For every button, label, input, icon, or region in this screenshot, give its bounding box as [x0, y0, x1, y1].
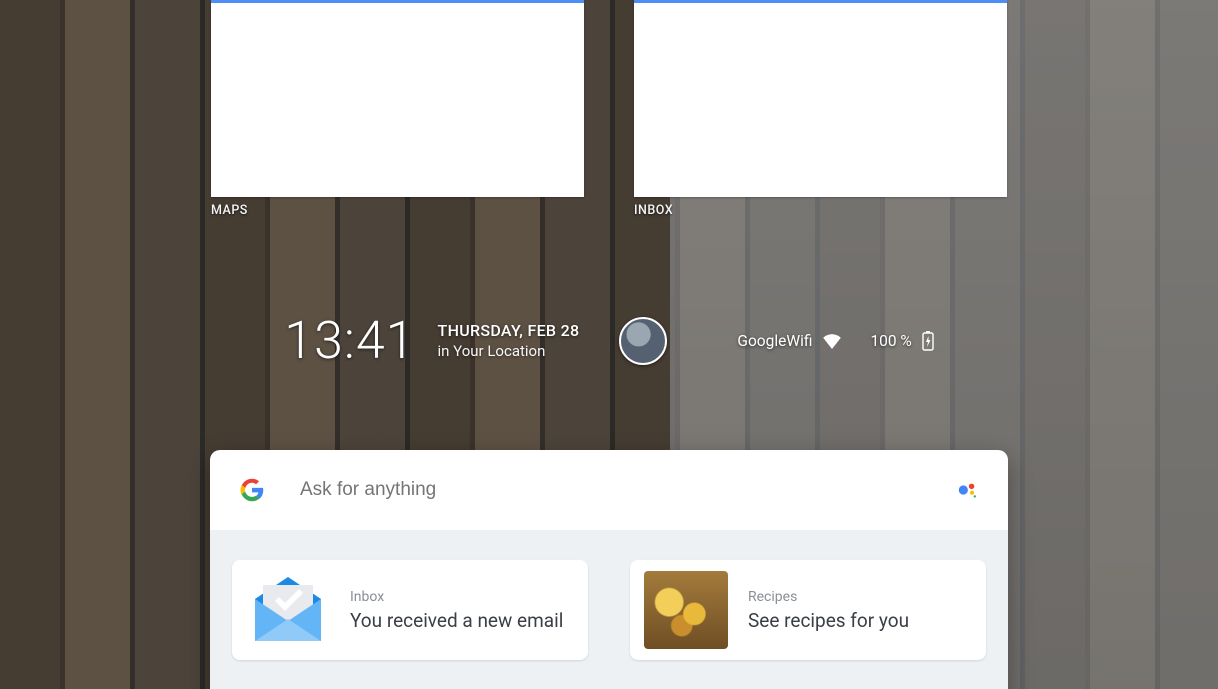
- battery-status[interactable]: 100 %: [870, 331, 933, 351]
- date-block: THURSDAY, FEB 28 in Your Location: [438, 320, 580, 362]
- avatar[interactable]: [619, 317, 667, 365]
- tile-inbox[interactable]: INBOX: [634, 0, 1007, 218]
- card-recipes[interactable]: Recipes See recipes for you: [630, 560, 986, 660]
- card-inbox-category: Inbox: [350, 589, 563, 605]
- card-recipes-category: Recipes: [748, 589, 909, 605]
- search-input[interactable]: [300, 479, 936, 501]
- card-inbox-message: You received a new email: [350, 609, 563, 632]
- wifi-status[interactable]: GoogleWifi: [737, 332, 842, 350]
- info-bar: 13:41 THURSDAY, FEB 28 in Your Location …: [0, 310, 1218, 371]
- tile-maps[interactable]: MAPS: [211, 0, 584, 218]
- preview-tiles: MAPS INBOX: [211, 0, 1007, 218]
- tile-maps-label: MAPS: [211, 203, 584, 218]
- card-inbox[interactable]: Inbox You received a new email: [232, 560, 588, 660]
- wifi-name: GoogleWifi: [737, 332, 812, 350]
- google-logo-icon: [240, 478, 264, 502]
- inbox-icon: [246, 571, 330, 649]
- search-bar[interactable]: [210, 450, 1008, 530]
- cards-strip: Inbox You received a new email Recipes S…: [210, 530, 1008, 689]
- card-recipes-message: See recipes for you: [748, 609, 909, 632]
- clock-block: 13:41 THURSDAY, FEB 28 in Your Location: [284, 310, 579, 371]
- tile-inbox-label: INBOX: [634, 203, 1007, 218]
- battery-charging-icon: [922, 331, 934, 351]
- clock-date: THURSDAY, FEB 28: [438, 320, 580, 342]
- battery-pct: 100 %: [870, 332, 911, 350]
- wifi-icon: [822, 333, 842, 349]
- tile-inbox-body[interactable]: [634, 0, 1007, 197]
- recipes-thumbnail: [644, 571, 728, 649]
- status-group: GoogleWifi 100 %: [737, 331, 933, 351]
- assistant-icon[interactable]: [956, 479, 978, 501]
- clock-location: in Your Location: [438, 341, 580, 361]
- clock-time: 13:41: [284, 310, 415, 371]
- tile-maps-body[interactable]: [211, 0, 584, 197]
- assistant-panel: Inbox You received a new email Recipes S…: [210, 450, 1008, 689]
